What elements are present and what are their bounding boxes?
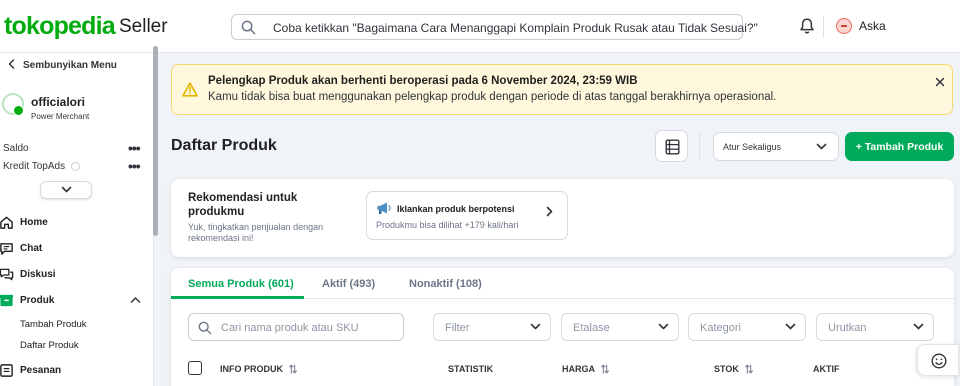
smiley-chat-icon	[931, 353, 947, 369]
saldo-label: Saldo	[3, 143, 29, 154]
chevron-right-icon	[546, 204, 553, 222]
sort-icon	[744, 364, 753, 374]
sort-icon	[289, 364, 297, 374]
list-settings-icon	[665, 139, 680, 155]
sidebar-item-produk[interactable]: Produk	[0, 290, 150, 310]
seller-label: Seller	[119, 16, 168, 37]
chevron-down-icon	[913, 323, 924, 330]
chevron-down-icon	[530, 323, 541, 330]
dropdown-label: Etalase	[573, 322, 610, 334]
sidebar-subitem-tambah-produk[interactable]: Tambah Produk	[20, 319, 87, 330]
shop-name[interactable]: officialori	[31, 95, 85, 109]
sidebar: Sembunyikan Menu officialori Power Merch…	[0, 53, 154, 386]
sort-icon	[601, 364, 609, 374]
tab-nonaktif[interactable]: Nonaktif (108)	[409, 278, 482, 290]
bulk-action-dropdown[interactable]: Atur Sekaligus	[713, 132, 839, 161]
recommendation-title: Rekomendasi untuk produkmu	[188, 192, 298, 218]
promo-title: Iklankan produk berpotensi	[397, 204, 515, 214]
avatar[interactable]	[836, 18, 852, 34]
recommendation-card: Rekomendasi untuk produkmu Yuk, tingkatk…	[171, 179, 954, 257]
header-divider	[823, 16, 824, 38]
hide-menu-label: Sembunyikan Menu	[23, 60, 117, 71]
top-header: tokopedia Seller Coba ketikkan "Bagaiman…	[0, 0, 960, 53]
select-all-checkbox[interactable]	[188, 361, 202, 375]
sidebar-item-chat[interactable]: Chat	[0, 238, 150, 258]
warning-icon	[182, 82, 198, 102]
info-alert-banner: Pelengkap Produk akan berhenti beroperas…	[171, 64, 953, 115]
recommendation-subtitle: Yuk, tingkatkan penjualan dengan rekomen…	[188, 222, 324, 243]
sidebar-item-home[interactable]: Home	[0, 212, 150, 232]
home-icon	[0, 214, 14, 230]
sidebar-item-label: Produk	[20, 294, 55, 306]
sidebar-scrollbar[interactable]	[153, 46, 158, 236]
etalase-dropdown[interactable]: Etalase	[561, 313, 679, 341]
page-title: Daftar Produk	[171, 137, 277, 154]
product-box-icon	[0, 292, 14, 308]
chat-icon	[0, 240, 14, 256]
sidebar-item-label: Chat	[20, 242, 43, 254]
dropdown-label: Filter	[445, 322, 470, 334]
product-search-input[interactable]: Cari nama produk atau SKU	[188, 313, 404, 341]
order-icon	[0, 362, 14, 378]
chevron-left-icon	[8, 59, 15, 72]
chevron-down-icon	[658, 323, 669, 330]
kategori-dropdown[interactable]: Kategori	[688, 313, 806, 341]
column-statistik: STATISTIK	[448, 364, 494, 374]
sidebar-item-label: Home	[20, 216, 48, 228]
chevron-down-icon	[816, 143, 827, 150]
bulk-action-label: Atur Sekaligus	[723, 142, 782, 152]
product-list-card: Semua Produk (601) Aktif (493) Nonaktif …	[171, 268, 954, 386]
info-icon[interactable]	[70, 161, 80, 171]
sidebar-item-label: Pesanan	[20, 364, 62, 376]
shop-avatar[interactable]	[2, 93, 24, 116]
help-search-input[interactable]: Coba ketikkan "Bagaimana Cara Menanggapi…	[231, 14, 758, 40]
column-stok[interactable]: STOK	[714, 364, 753, 374]
saldo-more-icon[interactable]: •••	[128, 141, 141, 155]
sidebar-subitem-daftar-produk[interactable]: Daftar Produk	[20, 340, 79, 351]
dropdown-label: Kategori	[700, 322, 741, 334]
promo-ads-card[interactable]: Iklankan produk berpotensi Produkmu bisa…	[366, 191, 568, 240]
user-name[interactable]: Aska	[859, 19, 886, 33]
column-harga[interactable]: HARGA	[562, 364, 609, 374]
filter-dropdown[interactable]: Filter	[433, 313, 551, 341]
tab-semua-produk[interactable]: Semua Produk (601)	[188, 278, 294, 290]
megaphone-icon	[376, 201, 392, 220]
product-table-header: INFO PRODUK STATISTIK HARGA STOK AKTIF	[171, 359, 954, 381]
promo-description: Produkmu bisa dilihat +179 kali/hari	[376, 220, 519, 230]
chevron-up-icon[interactable]	[130, 296, 141, 304]
help-search-placeholder: Coba ketikkan "Bagaimana Cara Menanggapi…	[273, 21, 758, 35]
urutkan-dropdown[interactable]: Urutkan	[816, 313, 934, 341]
dropdown-label: Urutkan	[828, 322, 867, 334]
search-icon	[241, 20, 256, 40]
tokopedia-logo[interactable]: tokopedia	[4, 12, 116, 41]
sidebar-item-label: Diskusi	[20, 268, 56, 280]
alert-description: Kamu tidak bisa buat menggunakan pelengk…	[208, 91, 777, 103]
sidebar-item-pesanan[interactable]: Pesanan	[0, 360, 150, 380]
column-aktif: AKTIF	[813, 364, 840, 374]
chevron-down-icon	[785, 323, 796, 330]
bell-icon[interactable]	[799, 17, 815, 40]
hide-menu-button[interactable]: Sembunyikan Menu	[8, 59, 117, 72]
kredit-more-icon[interactable]: •••	[128, 159, 141, 173]
column-info-produk[interactable]: INFO PRODUK	[220, 364, 297, 374]
shop-tier-badge: Power Merchant	[31, 112, 90, 121]
sidebar-item-diskusi[interactable]: Diskusi	[0, 264, 150, 284]
floating-chat-button[interactable]	[917, 344, 959, 376]
expand-shop-info-button[interactable]	[40, 181, 92, 199]
tab-aktif[interactable]: Aktif (493)	[322, 278, 375, 290]
product-tabs: Semua Produk (601) Aktif (493) Nonaktif …	[171, 268, 954, 299]
toolbar-divider	[699, 133, 700, 160]
alert-title: Pelengkap Produk akan berhenti beroperas…	[208, 75, 638, 87]
product-search-placeholder: Cari nama produk atau SKU	[221, 322, 359, 334]
discussion-icon	[0, 266, 14, 282]
active-tab-indicator	[171, 296, 304, 299]
search-icon	[198, 321, 212, 335]
add-product-button[interactable]: + Tambah Produk	[845, 132, 954, 161]
close-icon[interactable]	[935, 74, 945, 92]
product-list-settings-button[interactable]	[655, 130, 688, 162]
chevron-down-icon	[61, 186, 72, 193]
kredit-topads-label: Kredit TopAds	[3, 161, 80, 172]
